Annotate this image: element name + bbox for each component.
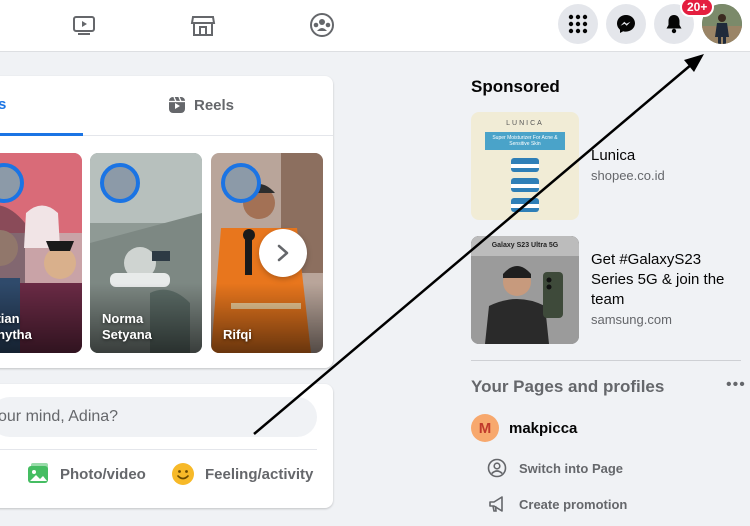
create-promotion-label: Create promotion: [519, 496, 628, 512]
create-promotion-button[interactable]: Create promotion: [487, 494, 627, 514]
jar-graphic: [511, 158, 539, 212]
notifications-icon: [666, 15, 682, 34]
chevron-right-icon: [277, 244, 289, 262]
ad-image: Galaxy S23 Ultra 5G: [471, 236, 579, 344]
feeling-activity-button[interactable]: Feeling/activity: [171, 462, 313, 486]
story-name: vetian sphytha: [0, 311, 32, 342]
megaphone-icon: [489, 496, 503, 512]
messenger-button[interactable]: [606, 4, 646, 44]
post-composer-card: our mind, Adina? Photo/video Feeling/act…: [0, 384, 333, 508]
ad-image: LUNICA Super Moisturizer For Acne & Sens…: [471, 112, 579, 220]
watch-icon[interactable]: [64, 8, 104, 42]
photo-video-button[interactable]: Photo/video: [26, 462, 146, 486]
composer-input[interactable]: our mind, Adina?: [0, 397, 317, 437]
ad-domain: samsung.com: [591, 312, 672, 327]
switch-into-page-button[interactable]: Switch into Page: [487, 458, 623, 478]
sponsored-ad[interactable]: Galaxy S23 Ultra 5G Get #GalaxyS23 Serie…: [471, 236, 741, 344]
groups-icon[interactable]: [302, 8, 342, 42]
active-tab-indicator: [0, 133, 83, 136]
pages-profiles-heading: Your Pages and profiles: [471, 377, 665, 396]
more-options-icon[interactable]: •••: [726, 376, 746, 394]
page-item-makpicca[interactable]: M makpicca: [471, 414, 577, 442]
story-avatar: [100, 163, 140, 203]
tab-reels-label: Reels: [194, 96, 235, 114]
page-name: makpicca: [509, 419, 578, 437]
ad-headline: Get #GalaxyS23 Series 5G & join the team: [591, 251, 725, 308]
page-avatar: M: [471, 414, 499, 442]
messenger-icon: [617, 15, 635, 33]
reels-icon: [169, 96, 185, 113]
tab-stories[interactable]: s: [0, 96, 6, 113]
story-name: Norma Setyana: [102, 311, 152, 342]
story-card[interactable]: vetian sphytha: [0, 153, 82, 353]
marketplace-icon[interactable]: [183, 8, 223, 42]
samsung-ad-graphic: [471, 236, 579, 344]
photo-video-label: Photo/video: [60, 465, 146, 483]
story-name: Rifqi: [223, 327, 252, 342]
top-navigation-bar: 20+: [0, 0, 750, 52]
story-avatar: [221, 163, 261, 203]
ad-text: Lunica shopee.co.id: [591, 146, 665, 220]
menu-grid-button[interactable]: [558, 4, 598, 44]
ad-headline: Lunica: [591, 147, 636, 164]
tab-reels[interactable]: Reels: [168, 96, 234, 114]
story-card[interactable]: Norma Setyana: [90, 153, 202, 353]
feeling-activity-label: Feeling/activity: [205, 465, 314, 483]
composer-divider: [0, 449, 317, 450]
stories-card: s Reels vetian sphytha: [0, 76, 333, 368]
switch-into-page-label: Switch into Page: [519, 460, 624, 476]
feeling-icon: [172, 463, 194, 485]
stories-next-button[interactable]: [259, 229, 307, 277]
switch-profile-icon: [487, 458, 507, 478]
stories-tabs: s Reels: [0, 76, 333, 136]
sponsored-ad[interactable]: LUNICA Super Moisturizer For Acne & Sens…: [471, 112, 741, 220]
ad-domain: shopee.co.id: [591, 168, 665, 183]
ad-text: Get #GalaxyS23 Series 5G & join the team…: [591, 250, 741, 344]
ad-image-title: Galaxy S23 Ultra 5G: [491, 242, 559, 249]
sidebar-divider: [471, 360, 741, 361]
photo-icon: [28, 463, 48, 483]
notification-badge: 20+: [680, 0, 715, 17]
menu-grid-icon: [568, 14, 588, 34]
sponsored-heading: Sponsored: [471, 77, 560, 96]
